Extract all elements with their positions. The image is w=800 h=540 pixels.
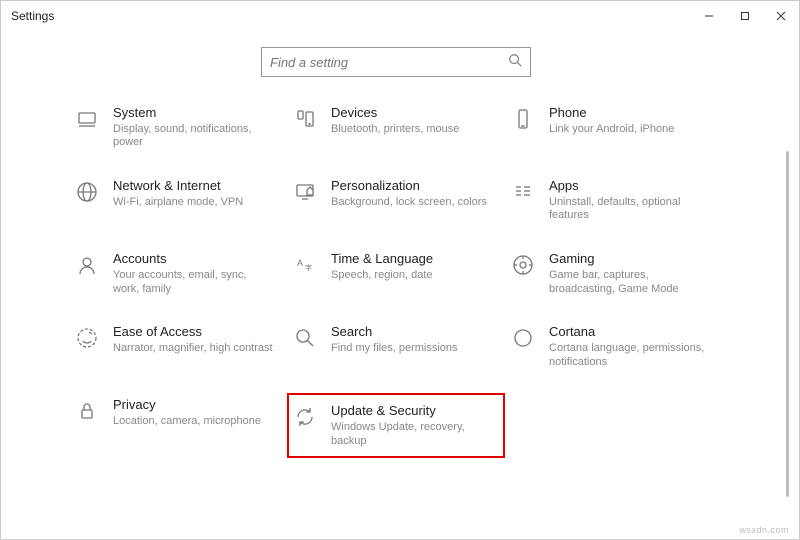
watermark: wsxdn.com (739, 525, 789, 535)
tile-desc: Speech, region, date (331, 269, 433, 283)
tile-text: Devices Bluetooth, printers, mouse (331, 105, 459, 136)
content-area: System Display, sound, notifications, pow… (1, 31, 791, 539)
cortana-icon (509, 324, 537, 352)
tile-text: Update & Security Windows Update, recover… (331, 403, 491, 448)
tile-privacy[interactable]: Privacy Location, camera, microphone (73, 397, 283, 454)
search-icon (508, 53, 522, 72)
tile-title: Personalization (331, 178, 487, 194)
time-icon (291, 251, 319, 279)
devices-icon (291, 105, 319, 133)
tile-desc: Bluetooth, printers, mouse (331, 123, 459, 137)
tile-title: Cortana (549, 324, 709, 340)
tile-accounts[interactable]: Accounts Your accounts, email, sync, work… (73, 251, 283, 296)
tile-text: System Display, sound, notifications, pow… (113, 105, 273, 150)
search-input[interactable] (270, 55, 508, 70)
tile-ease[interactable]: Ease of Access Narrator, magnifier, high … (73, 324, 283, 369)
search-wrap (1, 31, 791, 105)
tile-desc: Background, lock screen, colors (331, 196, 487, 210)
tile-text: Apps Uninstall, defaults, optional featur… (549, 178, 709, 223)
tile-network[interactable]: Network & Internet Wi-Fi, airplane mode, … (73, 178, 283, 223)
tile-text: Search Find my files, permissions (331, 324, 458, 355)
tile-title: Devices (331, 105, 459, 121)
tile-title: Update & Security (331, 403, 491, 419)
system-icon (73, 105, 101, 133)
tile-devices[interactable]: Devices Bluetooth, printers, mouse (291, 105, 501, 150)
tile-personalization[interactable]: Personalization Background, lock screen, … (291, 178, 501, 223)
tile-text: Ease of Access Narrator, magnifier, high … (113, 324, 273, 355)
search-box[interactable] (261, 47, 531, 77)
tile-title: Privacy (113, 397, 261, 413)
tile-apps[interactable]: Apps Uninstall, defaults, optional featur… (509, 178, 719, 223)
scrollbar-thumb[interactable] (786, 151, 789, 497)
tile-title: Network & Internet (113, 178, 243, 194)
tile-text: Accounts Your accounts, email, sync, work… (113, 251, 273, 296)
tile-desc: Narrator, magnifier, high contrast (113, 342, 273, 356)
tile-title: Time & Language (331, 251, 433, 267)
accounts-icon (73, 251, 101, 279)
tile-system[interactable]: System Display, sound, notifications, pow… (73, 105, 283, 150)
tile-title: Accounts (113, 251, 273, 267)
tile-desc: Find my files, permissions (331, 342, 458, 356)
gaming-icon (509, 251, 537, 279)
window-title: Settings (11, 9, 54, 23)
tile-time[interactable]: Time & Language Speech, region, date (291, 251, 501, 296)
tile-title: Ease of Access (113, 324, 273, 340)
settings-window: Settings System Display, sound, notificat… (0, 0, 800, 540)
tile-title: Gaming (549, 251, 709, 267)
tile-desc: Link your Android, iPhone (549, 123, 674, 137)
tile-desc: Windows Update, recovery, backup (331, 421, 491, 449)
tile-text: Gaming Game bar, captures, broadcasting, … (549, 251, 709, 296)
maximize-button[interactable] (727, 1, 763, 31)
settings-grid: System Display, sound, notifications, pow… (1, 105, 791, 454)
tile-cortana[interactable]: Cortana Cortana language, permissions, no… (509, 324, 719, 369)
personalization-icon (291, 178, 319, 206)
network-icon (73, 178, 101, 206)
tile-desc: Cortana language, permissions, notificat… (549, 342, 709, 370)
tile-title: System (113, 105, 273, 121)
tile-desc: Uninstall, defaults, optional features (549, 196, 709, 224)
titlebar: Settings (1, 1, 799, 31)
tile-desc: Game bar, captures, broadcasting, Game M… (549, 269, 709, 297)
tile-title: Apps (549, 178, 709, 194)
tile-text: Cortana Cortana language, permissions, no… (549, 324, 709, 369)
close-button[interactable] (763, 1, 799, 31)
tile-title: Phone (549, 105, 674, 121)
tile-text: Network & Internet Wi-Fi, airplane mode, … (113, 178, 243, 209)
tile-desc: Location, camera, microphone (113, 415, 261, 429)
minimize-button[interactable] (691, 1, 727, 31)
tile-text: Phone Link your Android, iPhone (549, 105, 674, 136)
tile-desc: Wi-Fi, airplane mode, VPN (113, 196, 243, 210)
apps-icon (509, 178, 537, 206)
window-controls (691, 1, 799, 31)
tile-search[interactable]: Search Find my files, permissions (291, 324, 501, 369)
tile-phone[interactable]: Phone Link your Android, iPhone (509, 105, 719, 150)
update-icon (291, 403, 319, 431)
ease-icon (73, 324, 101, 352)
tile-desc: Your accounts, email, sync, work, family (113, 269, 273, 297)
tile-text: Personalization Background, lock screen, … (331, 178, 487, 209)
tile-text: Privacy Location, camera, microphone (113, 397, 261, 428)
tile-update[interactable]: Update & Security Windows Update, recover… (291, 397, 501, 454)
scrollbar[interactable] (784, 151, 790, 535)
search-icon (291, 324, 319, 352)
privacy-icon (73, 397, 101, 425)
tile-gaming[interactable]: Gaming Game bar, captures, broadcasting, … (509, 251, 719, 296)
tile-desc: Display, sound, notifications, power (113, 123, 273, 151)
tile-title: Search (331, 324, 458, 340)
phone-icon (509, 105, 537, 133)
tile-text: Time & Language Speech, region, date (331, 251, 433, 282)
